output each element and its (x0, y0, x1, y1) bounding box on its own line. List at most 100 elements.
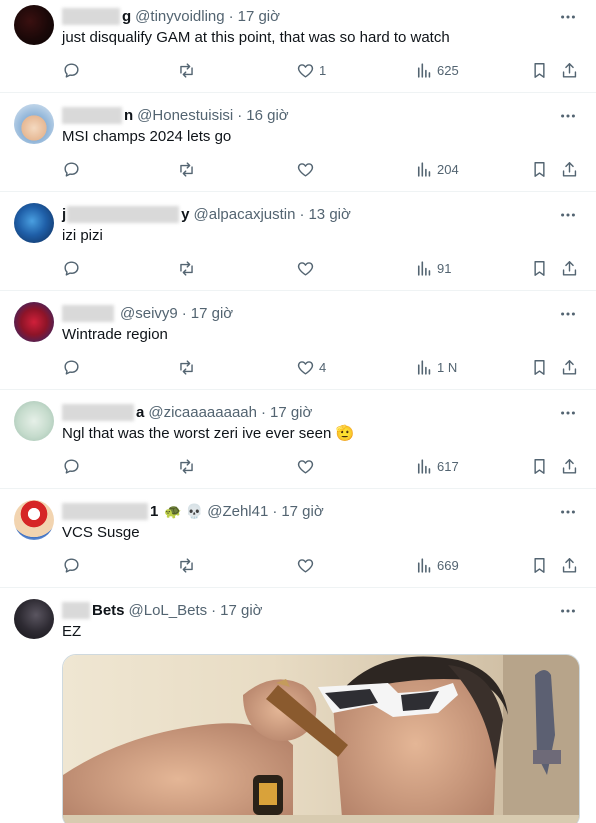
user-handle[interactable]: @zicaaaaaaaah (148, 404, 257, 421)
reply-icon (64, 458, 79, 474)
display-name-suffix[interactable]: g (122, 8, 131, 25)
share-button[interactable] (560, 57, 579, 83)
avatar[interactable] (14, 401, 54, 441)
tweet-actions: 617 (54, 453, 594, 479)
like-button[interactable]: 1 (296, 57, 326, 83)
bookmark-button[interactable] (530, 354, 549, 380)
tweet-text: VCS Susge (62, 524, 140, 541)
tweet-actions: 91 (54, 255, 594, 281)
display-name[interactable] (62, 304, 114, 322)
retweet-icon (180, 458, 193, 474)
retweet-button[interactable] (177, 354, 196, 380)
user-handle[interactable]: @Zehl41 (207, 503, 268, 520)
like-button[interactable] (296, 453, 319, 479)
tweet-time[interactable]: 16 giờ (246, 107, 288, 124)
bookmark-button[interactable] (530, 156, 549, 182)
display-name-suffix[interactable]: a (136, 404, 144, 421)
views-button[interactable]: 669 (414, 552, 459, 578)
turtle-emoji: 🐢 (164, 502, 182, 519)
avatar[interactable] (14, 5, 54, 45)
reply-button[interactable] (62, 57, 81, 83)
tweet[interactable]: a @zicaaaaaaaah · 17 giờ Ngl that was th… (0, 390, 596, 489)
display-name[interactable] (62, 106, 122, 124)
tweet[interactable]: n @Honestuisisi · 16 giờ MSI champs 2024… (0, 93, 596, 192)
user-handle[interactable]: @Honestuisisi (137, 107, 233, 124)
retweet-button[interactable] (177, 453, 196, 479)
avatar[interactable] (14, 203, 54, 243)
display-name-suffix[interactable]: 1 (150, 503, 158, 520)
reply-button[interactable] (62, 552, 81, 578)
more-options-icon[interactable] (558, 205, 578, 225)
more-options-icon[interactable] (558, 7, 578, 27)
user-handle[interactable]: @seivy9 (120, 305, 178, 322)
bookmark-button[interactable] (530, 453, 549, 479)
more-options-icon[interactable] (558, 106, 578, 126)
reply-button[interactable] (62, 156, 81, 182)
display-name[interactable] (67, 205, 180, 223)
tweet-time[interactable]: 17 giờ (220, 602, 262, 619)
retweet-button[interactable] (177, 57, 196, 83)
views-button[interactable]: 617 (414, 453, 459, 479)
separator-dot: · (228, 7, 234, 25)
tweet[interactable]: j y @alpacaxjustin · 13 giờ izi pizi 91 (0, 192, 596, 291)
display-name-prefix[interactable]: j (62, 206, 66, 223)
bookmark-button[interactable] (530, 255, 549, 281)
tweet-time[interactable]: 17 giờ (191, 305, 233, 322)
tweet-time[interactable]: 13 giờ (308, 206, 350, 223)
tweet[interactable]: 1 🐢 💀 @Zehl41 · 17 giờ VCS Susge 669 (0, 489, 596, 588)
user-handle[interactable]: @alpacaxjustin (194, 206, 296, 223)
tweet[interactable]: @seivy9 · 17 giờ Wintrade region 4 1 N (0, 291, 596, 390)
tweet-header: g @tinyvoidling · 17 giờ (62, 6, 280, 26)
reply-button[interactable] (62, 453, 81, 479)
views-button[interactable]: 91 (414, 255, 451, 281)
reply-button[interactable] (62, 354, 81, 380)
tweet[interactable]: g @tinyvoidling · 17 giờ just disqualify… (0, 0, 596, 93)
like-button[interactable] (296, 552, 319, 578)
views-icon (417, 62, 431, 78)
user-handle[interactable]: @tinyvoidling (135, 8, 224, 25)
like-button[interactable] (296, 255, 319, 281)
tweet-time[interactable]: 17 giờ (238, 8, 280, 25)
display-name-suffix[interactable]: n (124, 107, 133, 124)
display-name[interactable] (62, 502, 148, 520)
avatar[interactable] (14, 500, 54, 540)
tweet-text: izi pizi (62, 227, 103, 244)
more-options-icon[interactable] (558, 304, 578, 324)
tweet-media-image[interactable] (62, 654, 580, 823)
reply-button[interactable] (62, 255, 81, 281)
view-count: 1 N (437, 359, 458, 375)
share-button[interactable] (560, 354, 579, 380)
avatar[interactable] (14, 302, 54, 342)
share-button[interactable] (560, 156, 579, 182)
tweet-time[interactable]: 17 giờ (270, 404, 312, 421)
like-button[interactable] (296, 156, 319, 182)
avatar[interactable] (14, 599, 54, 639)
views-button[interactable]: 204 (414, 156, 459, 182)
bookmark-button[interactable] (530, 57, 549, 83)
avatar[interactable] (14, 104, 54, 144)
retweet-button[interactable] (177, 255, 196, 281)
display-name[interactable] (62, 403, 134, 421)
share-button[interactable] (560, 255, 579, 281)
retweet-button[interactable] (177, 156, 196, 182)
more-options-icon[interactable] (558, 601, 578, 621)
more-options-icon[interactable] (558, 403, 578, 423)
retweet-button[interactable] (177, 552, 196, 578)
like-button[interactable]: 4 (296, 354, 326, 380)
tweet-time[interactable]: 17 giờ (281, 503, 323, 520)
tweet-header: Bets @LoL_Bets · 17 giờ (62, 600, 263, 620)
display-name-suffix[interactable]: Bets (92, 602, 125, 619)
tweet-header: n @Honestuisisi · 16 giờ (62, 105, 289, 125)
views-button[interactable]: 625 (414, 57, 459, 83)
display-name[interactable] (62, 7, 120, 25)
display-name-suffix[interactable]: y (181, 206, 189, 223)
bookmark-button[interactable] (530, 552, 549, 578)
retweet-icon (180, 161, 193, 177)
share-button[interactable] (560, 453, 579, 479)
views-button[interactable]: 1 N (414, 354, 457, 380)
display-name[interactable] (62, 601, 90, 619)
tweet-text: Ngl that was the worst zeri ive ever see… (62, 424, 354, 444)
more-options-icon[interactable] (558, 502, 578, 522)
share-button[interactable] (560, 552, 579, 578)
user-handle[interactable]: @LoL_Bets (129, 602, 208, 619)
